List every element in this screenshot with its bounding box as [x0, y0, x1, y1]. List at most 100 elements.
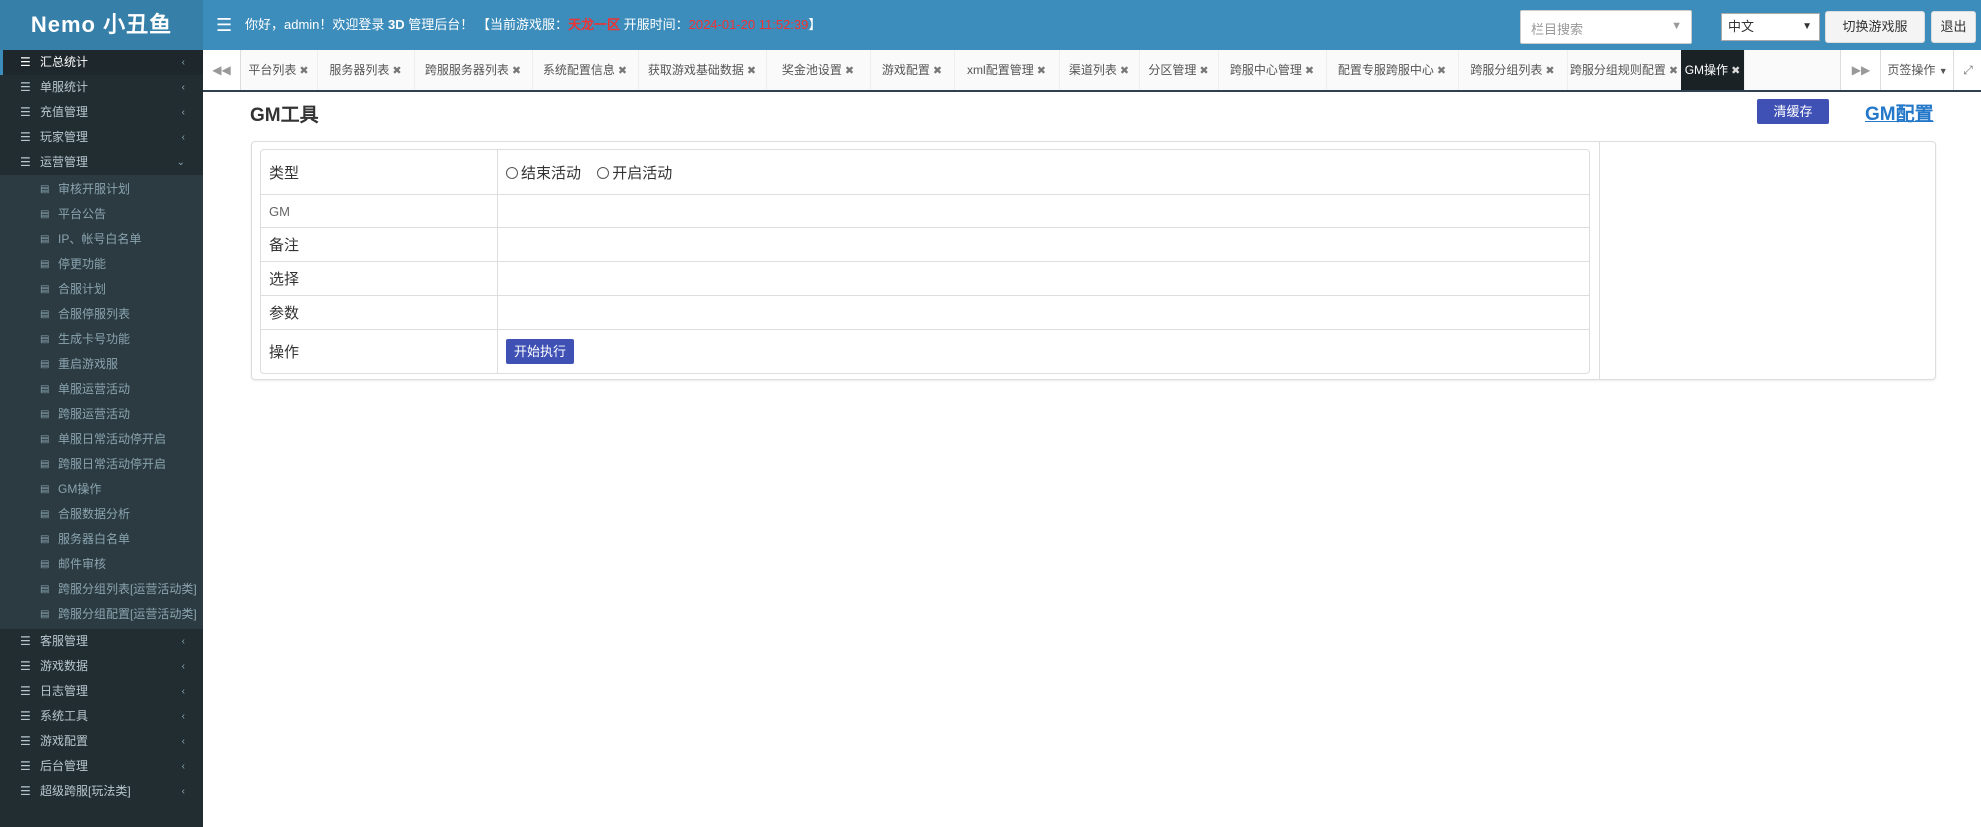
sidebar-subitem-3[interactable]: ▤ 停更功能 — [0, 252, 203, 277]
tab-10[interactable]: 跨服中心管理 ✖ — [1218, 50, 1327, 90]
params-field[interactable] — [498, 296, 1589, 330]
language-select[interactable]: 中文 ▼ — [1721, 13, 1820, 41]
tab-13[interactable]: 跨服分组规则配置 ✖ — [1567, 50, 1682, 90]
close-icon[interactable]: ✖ — [845, 65, 854, 77]
close-icon[interactable]: ✖ — [1037, 65, 1046, 77]
sidebar-group-0[interactable]: ☰ 汇总统计 ‹ — [0, 50, 203, 75]
menu-search-select[interactable]: 栏目搜索 ▼ — [1520, 10, 1692, 44]
radio-start-activity[interactable]: 开启活动 — [597, 162, 672, 183]
sidebar-subitem-5[interactable]: ▤ 合服停服列表 — [0, 302, 203, 327]
chevron-down-icon: ⌄ — [176, 157, 185, 168]
sidebar-group-bottom-3[interactable]: ☰ 系统工具 ‹ — [0, 704, 203, 729]
sidebar-subitem-17[interactable]: ▤ 跨服分组配置[运营活动类] — [0, 602, 203, 627]
close-icon[interactable]: ✖ — [392, 65, 401, 77]
chevron-left-icon: ‹ — [181, 636, 185, 647]
sidebar-subitem-label: 跨服日常活动停开启 — [58, 457, 167, 471]
sidebar-group-label: 汇总统计 — [40, 55, 89, 69]
sidebar-group-bottom-6[interactable]: ☰ 超级跨服[玩法类] ‹ — [0, 779, 203, 804]
gm-config-link[interactable]: GM配置 — [1865, 99, 1934, 126]
execute-button[interactable]: 开始执行 — [506, 339, 575, 364]
sidebar-group-bottom-0[interactable]: ☰ 客服管理 ‹ — [0, 629, 203, 654]
close-icon[interactable]: ✖ — [1120, 65, 1129, 77]
fullscreen-icon[interactable]: ⤢ — [1953, 50, 1981, 90]
sidebar-subitem-9[interactable]: ▤ 跨服运营活动 — [0, 402, 203, 427]
gm-field[interactable] — [498, 195, 1589, 228]
sidebar-subitem-15[interactable]: ▤ 邮件审核 — [0, 552, 203, 577]
sidebar-group-bottom-2[interactable]: ☰ 日志管理 ‹ — [0, 679, 203, 704]
tab-2[interactable]: 跨服服务器列表 ✖ — [414, 50, 533, 90]
sidebar-subitem-6[interactable]: ▤ 生成卡号功能 — [0, 327, 203, 352]
tab-label: 渠道列表 — [1068, 63, 1117, 77]
switch-server-button[interactable]: 切换游戏服 — [1825, 11, 1925, 43]
tab-scroll-right-icon[interactable]: ▶▶ — [1840, 50, 1881, 90]
sidebar-subitem-11[interactable]: ▤ 跨服日常活动停开启 — [0, 452, 203, 477]
close-icon[interactable]: ✖ — [1669, 65, 1678, 77]
sidebar-subitem-7[interactable]: ▤ 重启游戏服 — [0, 352, 203, 377]
bars-icon: ☰ — [20, 155, 31, 169]
tab-12[interactable]: 跨服分组列表 ✖ — [1458, 50, 1568, 90]
app-logo[interactable]: Nemo 小丑鱼 — [0, 0, 203, 50]
sidebar-group-3[interactable]: ☰ 玩家管理 ‹ — [0, 125, 203, 150]
close-bracket: 】 — [808, 17, 822, 32]
sidebar-group-4[interactable]: ☰ 运营管理 ⌄ — [0, 150, 203, 175]
close-icon[interactable]: ✖ — [1731, 65, 1740, 77]
sidebar-subitem-14[interactable]: ▤ 服务器白名单 — [0, 527, 203, 552]
close-icon[interactable]: ✖ — [512, 65, 521, 77]
sidebar-group-bottom-1[interactable]: ☰ 游戏数据 ‹ — [0, 654, 203, 679]
sidebar-subitem-1[interactable]: ▤ 平台公告 — [0, 202, 203, 227]
close-icon[interactable]: ✖ — [299, 65, 308, 77]
tab-9[interactable]: 分区管理 ✖ — [1139, 50, 1219, 90]
sidebar-toggle-icon[interactable]: ☰ — [216, 15, 232, 35]
tab-7[interactable]: xml配置管理 ✖ — [954, 50, 1060, 90]
sidebar-group-bottom-4[interactable]: ☰ 游戏配置 ‹ — [0, 729, 203, 754]
tab-4[interactable]: 获取游戏基础数据 ✖ — [638, 50, 767, 90]
close-icon[interactable]: ✖ — [1305, 65, 1314, 77]
book-icon: ▤ — [40, 259, 50, 270]
sidebar-group-2[interactable]: ☰ 充值管理 ‹ — [0, 100, 203, 125]
tab-6[interactable]: 游戏配置 ✖ — [870, 50, 955, 90]
bars-icon: ☰ — [20, 784, 31, 798]
sidebar-subitem-10[interactable]: ▤ 单服日常活动停开启 — [0, 427, 203, 452]
tab-8[interactable]: 渠道列表 ✖ — [1059, 50, 1140, 90]
current-server-label: 【当前游戏服： — [476, 17, 568, 32]
tab-11[interactable]: 配置专服跨服中心 ✖ — [1326, 50, 1459, 90]
chevron-left-icon: ‹ — [181, 761, 185, 772]
tab-operations-dropdown[interactable]: 页签操作 ▼ — [1880, 50, 1954, 90]
close-icon[interactable]: ✖ — [1199, 65, 1208, 77]
close-icon[interactable]: ✖ — [618, 65, 627, 77]
close-icon[interactable]: ✖ — [747, 65, 756, 77]
close-icon[interactable]: ✖ — [933, 65, 942, 77]
chevron-left-icon: ‹ — [181, 686, 185, 697]
radio-end-activity[interactable]: 结束活动 — [506, 162, 581, 183]
close-icon[interactable]: ✖ — [1437, 65, 1446, 77]
tab-3[interactable]: 系统配置信息 ✖ — [532, 50, 639, 90]
tab-label: 服务器列表 — [329, 63, 390, 77]
top-header: Nemo 小丑鱼 ☰ 你好，admin！欢迎登录 3D 管理后台！ 【当前游戏服… — [0, 0, 1981, 50]
tab-scroll-left-icon[interactable]: ◀◀ — [203, 50, 241, 90]
clear-cache-button[interactable]: 清缓存 — [1757, 99, 1829, 124]
sidebar-group-bottom-5[interactable]: ☰ 后台管理 ‹ — [0, 754, 203, 779]
sidebar-subitem-4[interactable]: ▤ 合服计划 — [0, 277, 203, 302]
form-row-params: 参数 — [261, 296, 1589, 330]
sidebar-subitem-2[interactable]: ▤ IP、帐号白名单 — [0, 227, 203, 252]
tab-14[interactable]: GM操作 ✖ — [1681, 50, 1745, 90]
sidebar-subitem-8[interactable]: ▤ 单服运营活动 — [0, 377, 203, 402]
close-icon[interactable]: ✖ — [1545, 65, 1554, 77]
sidebar-subitem-16[interactable]: ▤ 跨服分组列表[运营活动类] — [0, 577, 203, 602]
sidebar-subitem-label: 重启游戏服 — [58, 357, 119, 371]
sidebar-subitem-13[interactable]: ▤ 合服数据分析 — [0, 502, 203, 527]
logout-button[interactable]: 退出 — [1931, 11, 1976, 43]
tab-5[interactable]: 奖金池设置 ✖ — [766, 50, 871, 90]
tab-0[interactable]: 平台列表 ✖ — [240, 50, 318, 90]
radio-end-activity-label: 结束活动 — [521, 164, 582, 182]
sidebar-group-1[interactable]: ☰ 单服统计 ‹ — [0, 75, 203, 100]
open-time-value: 2024-01-20 11:52:39 — [688, 17, 809, 32]
tab-label: 平台列表 — [248, 63, 297, 77]
sidebar-subitem-12[interactable]: ▤ GM操作 — [0, 477, 203, 502]
gm-label: GM — [261, 195, 498, 228]
sidebar-subitem-label: 跨服分组列表[运营活动类] — [58, 582, 197, 596]
select-field[interactable] — [498, 262, 1589, 296]
tab-1[interactable]: 服务器列表 ✖ — [317, 50, 415, 90]
sidebar-subitem-0[interactable]: ▤ 审核开服计划 — [0, 177, 203, 202]
remark-field[interactable] — [498, 228, 1589, 262]
